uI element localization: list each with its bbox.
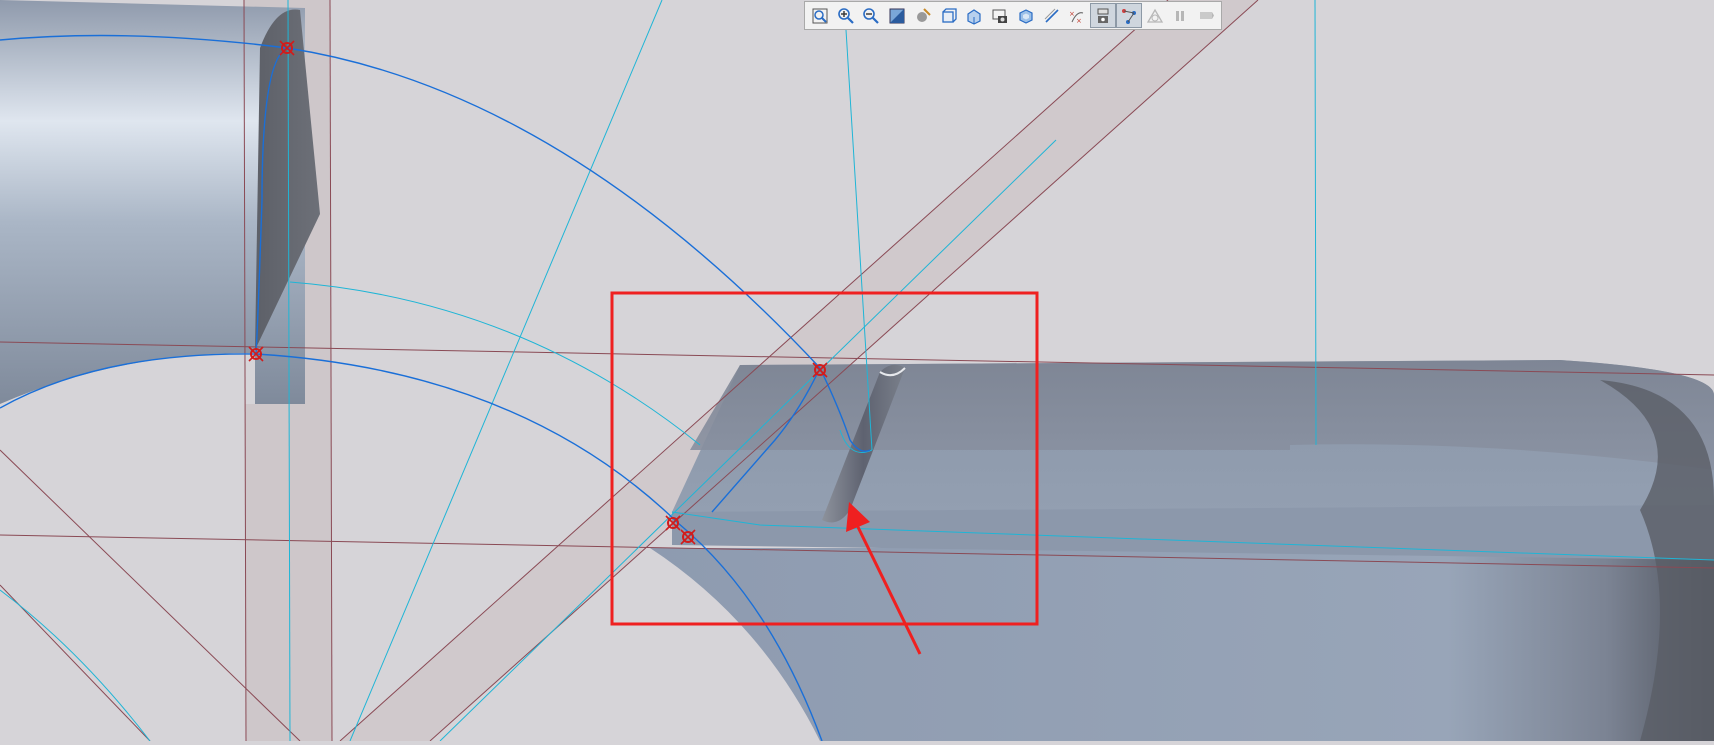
zoom-out-icon: [862, 7, 880, 25]
constraints-icon: [1120, 7, 1138, 25]
flag-icon: [1197, 7, 1215, 25]
datum-point-button[interactable]: × ×: [1065, 3, 1091, 28]
section-button[interactable]: [884, 3, 910, 28]
render-style-icon: [914, 7, 932, 25]
zoom-fit-icon: [811, 7, 829, 25]
svg-text:×: ×: [1069, 10, 1075, 18]
flag-button[interactable]: [1193, 3, 1219, 28]
appearance-icon: [1017, 7, 1035, 25]
svg-text:×: ×: [1076, 17, 1082, 25]
view-orient-button[interactable]: [962, 3, 988, 28]
sketch-point: [665, 515, 681, 531]
sketch-point: [812, 362, 828, 378]
zoom-in-icon: [837, 7, 855, 25]
tangent-icon: [1146, 7, 1164, 25]
appearance-button[interactable]: [1013, 3, 1039, 28]
cad-viewport[interactable]: × ×: [0, 0, 1714, 742]
display-style-button[interactable]: [936, 3, 962, 28]
sketch-point: [680, 529, 696, 545]
view-orientation-icon: [965, 7, 983, 25]
model-canvas[interactable]: [0, 0, 1714, 742]
pause-icon: [1171, 7, 1189, 25]
datum-plane-icon: [1043, 7, 1061, 25]
render-button[interactable]: [910, 3, 936, 28]
sketch-point: [248, 346, 264, 362]
datum-plane-button[interactable]: [1039, 3, 1065, 28]
show-dims-button[interactable]: [1090, 3, 1116, 28]
show-constraints-button[interactable]: [1116, 3, 1142, 28]
datum-point-icon: × ×: [1068, 7, 1086, 25]
screenshot-button[interactable]: [987, 3, 1013, 28]
camera-icon: [991, 7, 1009, 25]
sketch-point: [279, 40, 295, 56]
tangent-button[interactable]: [1142, 3, 1168, 28]
show-dimensions-icon: [1094, 7, 1112, 25]
view-toolbar: × ×: [804, 1, 1222, 30]
pause-button[interactable]: [1168, 3, 1194, 28]
display-style-icon: [940, 7, 958, 25]
zoom-out-button[interactable]: [859, 3, 885, 28]
section-view-icon: [888, 7, 906, 25]
zoom-in-button[interactable]: [833, 3, 859, 28]
zoom-fit-button[interactable]: [807, 3, 833, 28]
